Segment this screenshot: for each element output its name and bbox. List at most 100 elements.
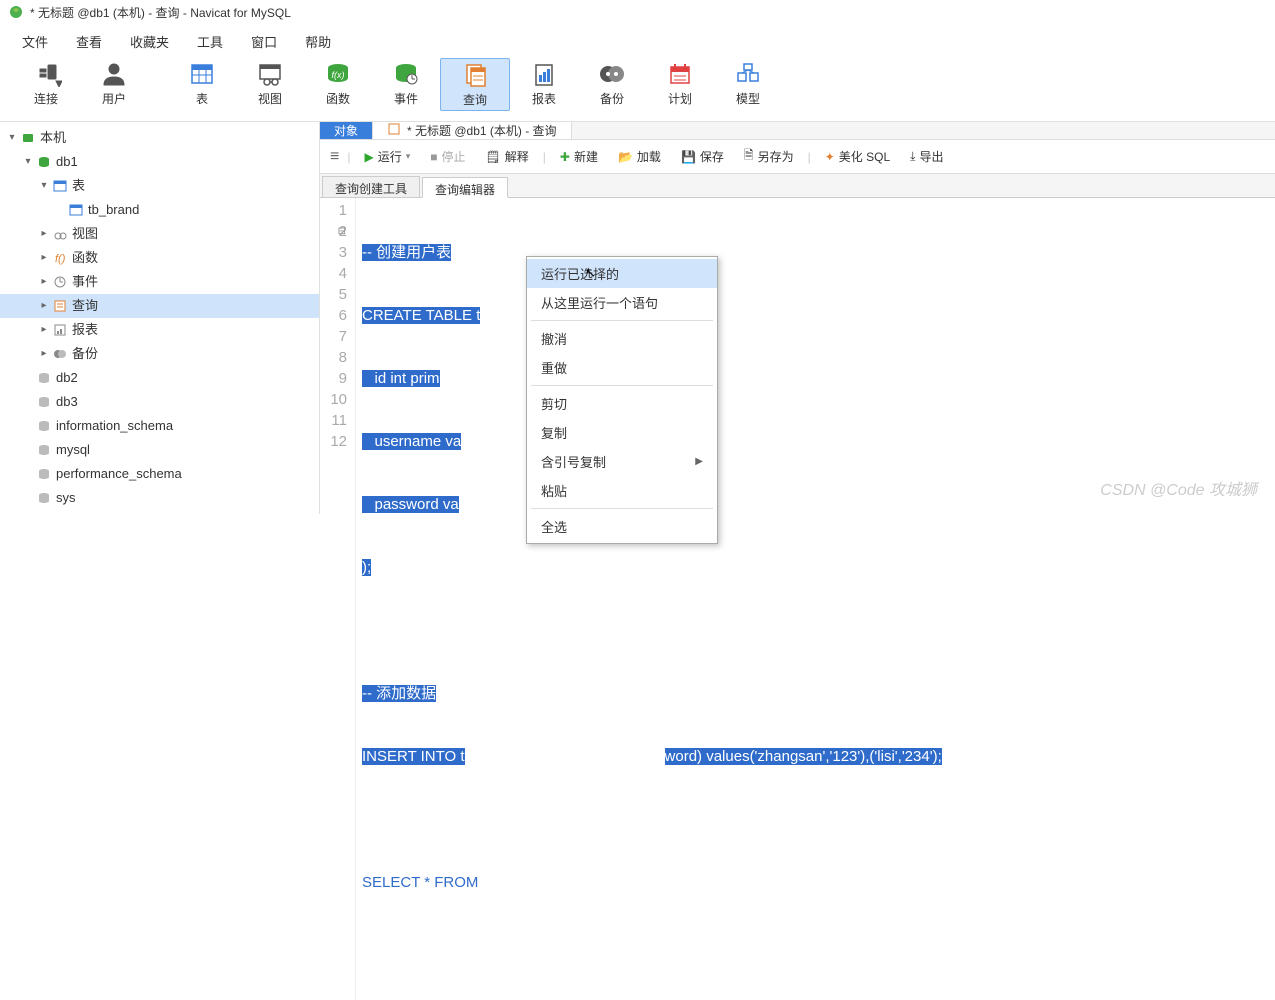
tab-query[interactable]: * 无标题 @db1 (本机) - 查询	[373, 122, 572, 139]
toolbar-query[interactable]: 查询	[440, 58, 510, 111]
cm-cut[interactable]: 剪切	[527, 389, 717, 418]
explain-button[interactable]: 🗒解释	[480, 146, 535, 167]
tree-node-sys[interactable]: sys	[0, 486, 319, 510]
export-button[interactable]: ⤓导出	[904, 146, 949, 167]
line-number: 5	[320, 284, 347, 305]
toolbar-model[interactable]: 模型	[714, 58, 782, 111]
toolbar-report[interactable]: 报表	[510, 58, 578, 111]
event-icon	[390, 60, 422, 88]
tree-node-mysql[interactable]: mysql	[0, 438, 319, 462]
plug-icon	[30, 60, 62, 88]
chevron-down-icon[interactable]: ▾	[6, 128, 18, 148]
beautify-button[interactable]: ✦美化 SQL	[819, 146, 896, 167]
chevron-right-icon[interactable]: ▸	[38, 248, 50, 268]
toolbar-view[interactable]: 视图	[236, 58, 304, 111]
toolbar-connect[interactable]: 连接	[12, 58, 80, 111]
cm-undo[interactable]: 撤消	[527, 324, 717, 353]
tree-label: sys	[56, 488, 76, 508]
menu-view[interactable]: 查看	[62, 28, 116, 48]
tree-node-db2[interactable]: db2	[0, 366, 319, 390]
query-tab-icon	[387, 122, 401, 139]
query-icon	[459, 61, 491, 89]
editor-context-menu: 运行已选择的 ↖ 从这里运行一个语句 撤消 重做 剪切 复制 含引号复制 ▶ 粘…	[526, 256, 718, 544]
subtab-builder[interactable]: 查询创建工具	[322, 176, 420, 197]
backup-icon	[596, 60, 628, 88]
cm-run-selected[interactable]: 运行已选择的 ↖	[527, 259, 717, 288]
chevron-right-icon[interactable]: ▸	[38, 296, 50, 316]
tree-node-tb-brand[interactable]: tb_brand	[0, 198, 319, 222]
sql-editor[interactable]: 1 2⊟ 3 4 5 6 7 8 9 10 11 12 -- 创建用户表 CRE…	[320, 198, 1275, 1000]
menu-favorites[interactable]: 收藏夹	[116, 28, 183, 48]
cm-run-from-here[interactable]: 从这里运行一个语句	[527, 288, 717, 317]
tree-node-views[interactable]: ▸ 视图	[0, 222, 319, 246]
cm-copy[interactable]: 复制	[527, 418, 717, 447]
subtab-editor[interactable]: 查询编辑器	[422, 177, 508, 198]
code-text: SELECT * FROM	[362, 874, 478, 891]
saveas-button[interactable]: 🗎另存为	[738, 144, 800, 169]
stop-button[interactable]: ■停止	[424, 146, 471, 167]
chevron-right-icon: ▶	[695, 456, 703, 467]
menu-window[interactable]: 窗口	[237, 28, 291, 48]
separator	[531, 320, 713, 321]
line-number: 7	[320, 326, 347, 347]
line-number: 4	[320, 263, 347, 284]
cm-redo[interactable]: 重做	[527, 353, 717, 382]
save-button[interactable]: 💾保存	[675, 146, 730, 167]
menu-icon[interactable]: ≡	[330, 148, 339, 166]
tree-node-test[interactable]: test	[0, 510, 319, 514]
chevron-right-icon[interactable]: ▸	[38, 272, 50, 292]
code-area[interactable]: -- 创建用户表 CREATE TABLE t id int primnt, u…	[356, 198, 1275, 1000]
toolbar-table[interactable]: 表	[168, 58, 236, 111]
tree-label: db3	[56, 392, 78, 412]
fold-icon[interactable]: ⊟	[338, 221, 346, 242]
toolbar-event[interactable]: 事件	[372, 58, 440, 111]
tab-label: 对象	[334, 122, 358, 139]
tree-node-backups[interactable]: ▸ 备份	[0, 342, 319, 366]
line-number: 6	[320, 305, 347, 326]
toolbar-backup[interactable]: 备份	[578, 58, 646, 111]
tree-node-reports[interactable]: ▸ 报表	[0, 318, 319, 342]
chevron-right-icon[interactable]: ▸	[38, 344, 50, 364]
chevron-right-icon[interactable]: ▸	[38, 320, 50, 340]
cm-copy-quoted[interactable]: 含引号复制 ▶	[527, 447, 717, 476]
main-panel: 对象 * 无标题 @db1 (本机) - 查询 ≡ | ▶运行▾ ■停止 🗒解释…	[320, 122, 1275, 514]
tree-label: test	[56, 512, 77, 514]
tree-label: 报表	[72, 320, 98, 340]
tree-node-db1[interactable]: ▾ db1	[0, 150, 319, 174]
chevron-down-icon[interactable]: ▾	[22, 152, 34, 172]
load-button[interactable]: 📂加载	[612, 146, 667, 167]
tree-label: tb_brand	[88, 200, 139, 220]
tab-objects[interactable]: 对象	[320, 122, 373, 139]
new-button[interactable]: ✚新建	[554, 146, 604, 167]
plus-icon: ✚	[560, 150, 570, 164]
line-number: 1	[320, 200, 347, 221]
tree-node-queries[interactable]: ▸ 查询	[0, 294, 319, 318]
tree-node-db3[interactable]: db3	[0, 390, 319, 414]
tree-node-events[interactable]: ▸ 事件	[0, 270, 319, 294]
cm-paste[interactable]: 粘贴	[527, 476, 717, 505]
tab-label: * 无标题 @db1 (本机) - 查询	[407, 122, 557, 139]
menu-tools[interactable]: 工具	[183, 28, 237, 48]
toolbar-schedule-label: 计划	[668, 90, 692, 107]
backup-icon	[52, 346, 68, 362]
tree-label: db1	[56, 152, 78, 172]
tree-node-performance-schema[interactable]: performance_schema	[0, 462, 319, 486]
schedule-icon	[664, 60, 696, 88]
toolbar-user[interactable]: 用户	[80, 58, 148, 111]
tree-node-information-schema[interactable]: information_schema	[0, 414, 319, 438]
menu-file[interactable]: 文件	[8, 28, 62, 48]
menu-help[interactable]: 帮助	[291, 28, 345, 48]
cm-select-all[interactable]: 全选	[527, 512, 717, 541]
run-button[interactable]: ▶运行▾	[358, 146, 416, 167]
tree-node-host[interactable]: ▾ 本机	[0, 126, 319, 150]
folder-icon: 📂	[618, 150, 633, 164]
chevron-down-icon[interactable]: ▾	[38, 176, 50, 196]
chevron-right-icon[interactable]: ▸	[38, 224, 50, 244]
tree-node-tables[interactable]: ▾ 表	[0, 174, 319, 198]
toolbar-schedule[interactable]: 计划	[646, 58, 714, 111]
user-icon	[98, 60, 130, 88]
tree-node-functions[interactable]: ▸ f() 函数	[0, 246, 319, 270]
toolbar-function[interactable]: f(x) 函数	[304, 58, 372, 111]
editor-sub-tabs: 查询创建工具 查询编辑器	[320, 174, 1275, 198]
database-icon	[36, 154, 52, 170]
